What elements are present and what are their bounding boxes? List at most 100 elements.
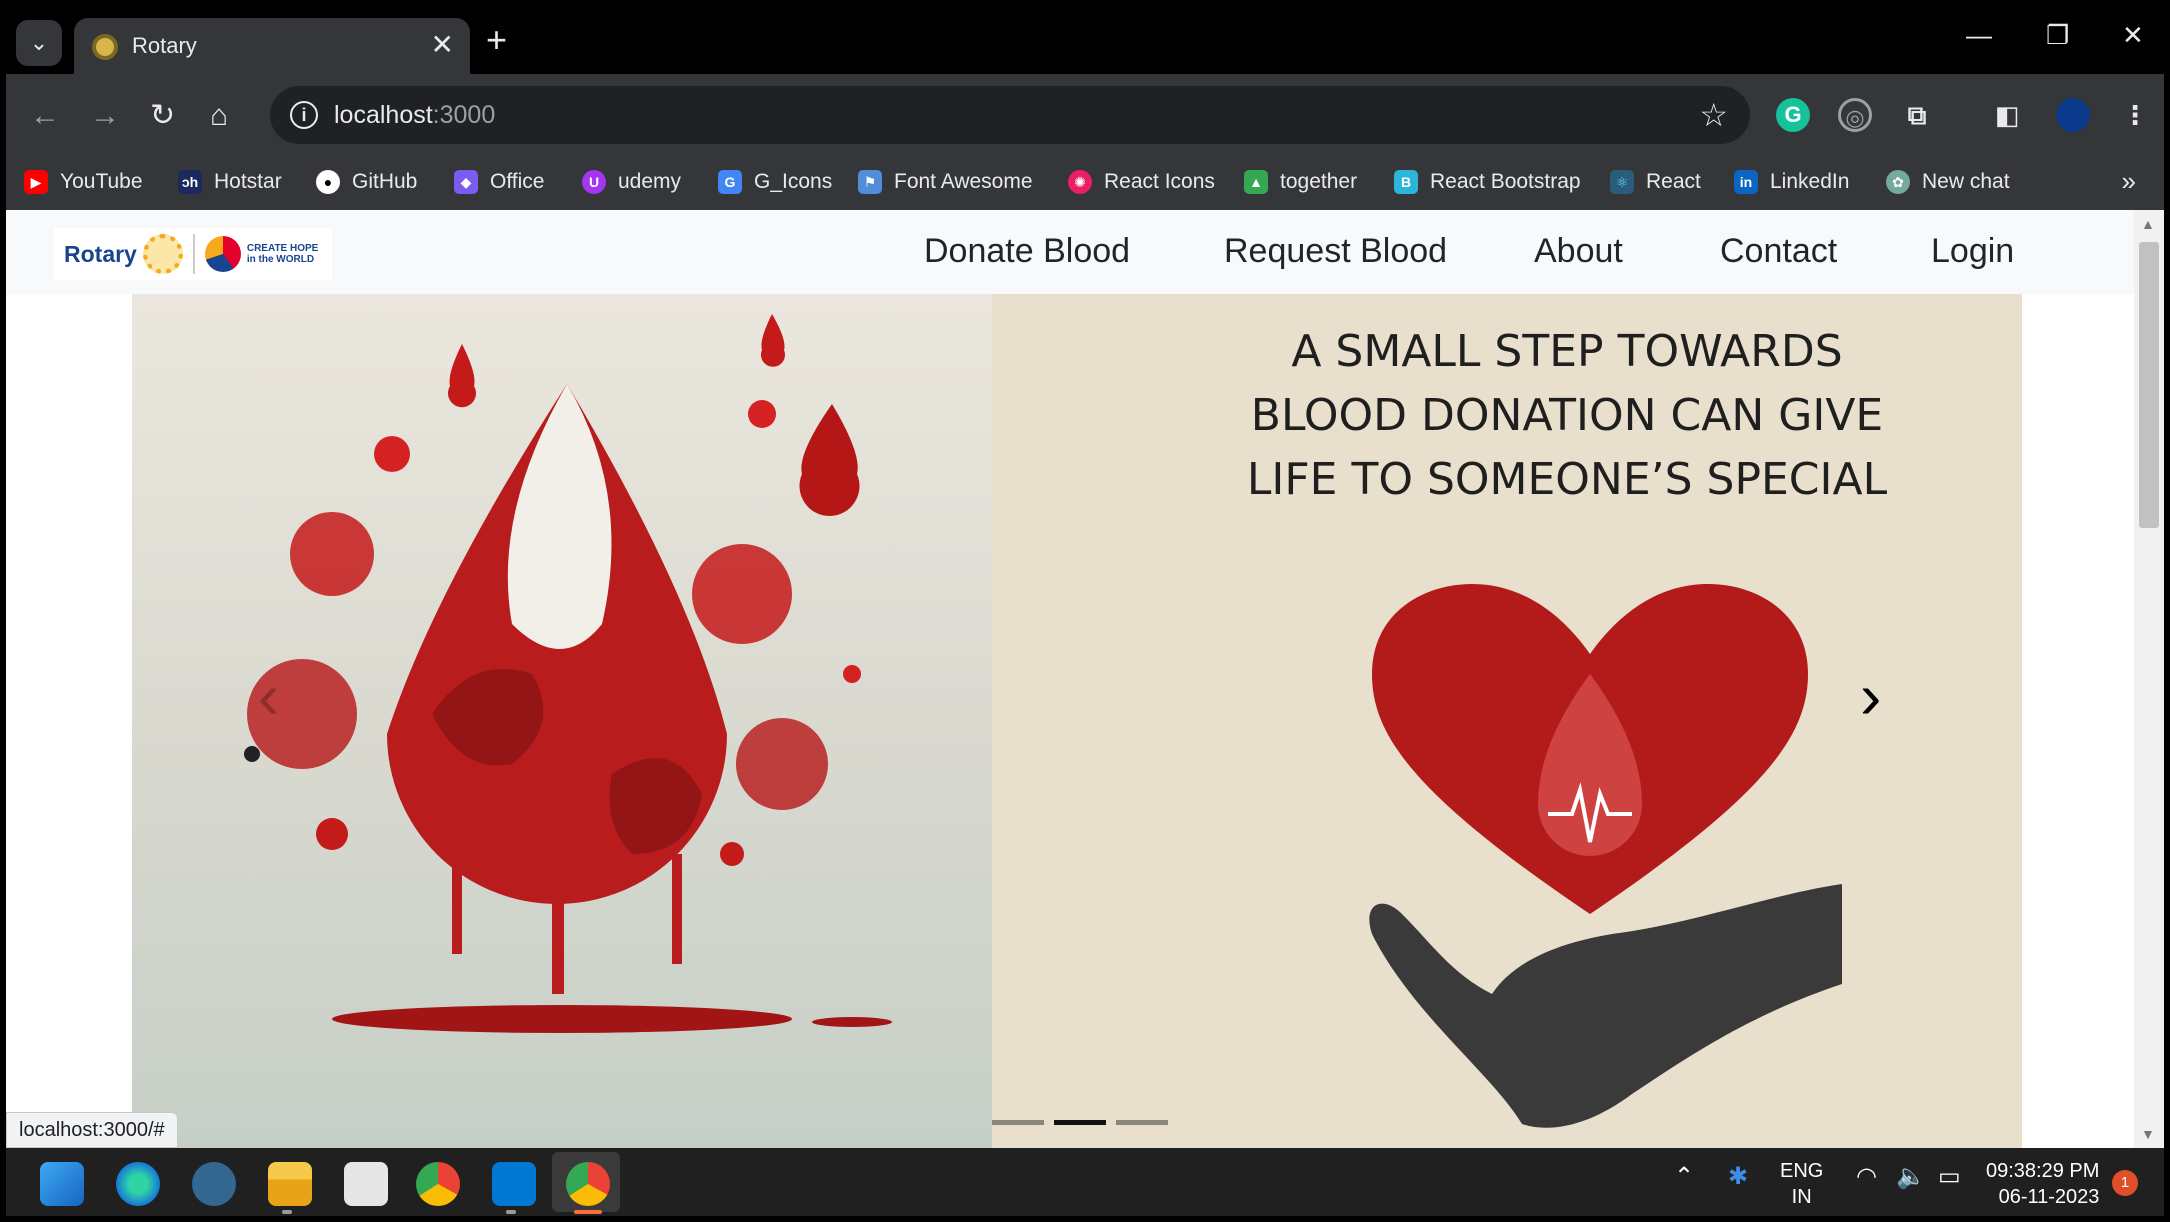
bookmark-github[interactable]: ● GitHub <box>316 166 417 198</box>
site-info-icon[interactable]: i <box>290 101 318 129</box>
address-bar[interactable]: i localhost:3000 ☆ <box>270 86 1750 144</box>
new-tab-button[interactable]: + <box>486 22 507 58</box>
nav-login[interactable]: Login <box>1931 232 2014 271</box>
headline-line-2: BLOOD DONATION CAN GIVE <box>1250 390 1884 441</box>
tab-close-icon[interactable]: ✕ <box>431 28 454 61</box>
rotary-favicon-icon <box>92 34 118 60</box>
chatgpt-icon: ✿ <box>1886 170 1910 194</box>
bookmark-linkedin[interactable]: in LinkedIn <box>1734 166 1849 198</box>
hotstar-icon: ɔh <box>178 170 202 194</box>
bookmark-together[interactable]: ▲ together <box>1244 166 1357 198</box>
carousel-next-icon[interactable]: › <box>1860 664 1881 728</box>
tab-rotary[interactable]: Rotary ✕ <box>74 18 470 74</box>
react-icons-icon: ✺ <box>1068 170 1092 194</box>
bookmark-new-chat[interactable]: ✿ New chat <box>1886 166 2010 198</box>
carousel-indicator-1[interactable] <box>992 1120 1044 1125</box>
bookmark-g-icons[interactable]: G G_Icons <box>718 166 832 198</box>
nav-donate-blood[interactable]: Donate Blood <box>924 232 1130 271</box>
logo-text: Rotary <box>64 240 137 267</box>
close-window-button[interactable]: ✕ <box>2122 20 2144 51</box>
nav-about[interactable]: About <box>1534 232 1623 271</box>
extensions-puzzle-icon[interactable]: ⧉ <box>1900 98 1934 132</box>
menu-kebab-icon[interactable]: ⋮ <box>2118 98 2152 132</box>
postgresql-icon[interactable] <box>192 1162 236 1206</box>
page-viewport: Rotary CREATE HOPE in the WORLD Donate B… <box>6 210 2164 1148</box>
create-hope-icon <box>204 236 241 272</box>
chrome-profile-icon[interactable] <box>566 1162 610 1206</box>
react-icon: ⚛ <box>1610 170 1634 194</box>
side-panel-icon[interactable]: ◧ <box>1990 98 2024 132</box>
profile-avatar[interactable] <box>2056 98 2090 132</box>
reload-icon[interactable]: ↻ <box>150 98 175 134</box>
tray-overflow-icon[interactable]: ⌃ <box>1674 1164 1694 1190</box>
bookmark-youtube[interactable]: ▶ YouTube <box>24 166 143 198</box>
battery-icon[interactable]: ▭ <box>1938 1164 1961 1190</box>
back-arrow-icon[interactable]: ← <box>30 98 60 134</box>
github-icon: ● <box>316 170 340 194</box>
notification-badge[interactable]: 1 <box>2112 1170 2138 1196</box>
page-scrollbar[interactable]: ▲ ▼ <box>2134 210 2164 1148</box>
g-icons-icon: G <box>718 170 742 194</box>
vscode-running-dot <box>506 1210 516 1214</box>
chrome-active-bar <box>574 1210 602 1214</box>
site-navbar: Rotary CREATE HOPE in the WORLD Donate B… <box>6 210 2134 294</box>
forward-arrow-icon[interactable]: → <box>90 98 120 134</box>
browser-toolbar: ← → ↻ ⌂ i localhost:3000 ☆ G ◎ ⧉ ◧ ⋮ <box>6 74 2164 162</box>
react-bootstrap-icon: B <box>1394 170 1418 194</box>
restore-button[interactable]: ❐ <box>2046 20 2069 51</box>
chrome-icon[interactable] <box>416 1162 460 1206</box>
file-explorer-icon[interactable] <box>268 1162 312 1206</box>
linkedin-icon: in <box>1734 170 1758 194</box>
bookmarks-bar: ▶ YouTube ɔh Hotstar ● GitHub ◆ Office Uudem… <box>6 154 2164 210</box>
windows-start-icon[interactable] <box>40 1162 84 1206</box>
headline-line-1: A SMALL STEP TOWARDS <box>1291 326 1843 377</box>
bookmark-star-icon[interactable]: ☆ <box>1699 96 1728 134</box>
scroll-up-icon[interactable]: ▲ <box>2141 216 2155 232</box>
logo-divider <box>192 234 195 274</box>
snipping-tool-icon[interactable] <box>344 1162 388 1206</box>
windows-taskbar: ⌃ ✱ ENG IN ◠ 🔈 ▭ 09:38:29 PM 06-11-2023 … <box>6 1148 2164 1216</box>
bluetooth-icon[interactable]: ✱ <box>1728 1164 1748 1190</box>
minimize-button[interactable]: — <box>1966 20 1992 51</box>
scroll-thumb[interactable] <box>2139 242 2159 528</box>
hero-carousel: A SMALL STEP TOWARDS BLOOD DONATION CAN … <box>132 294 2022 1148</box>
bookmark-font-awesome[interactable]: ⚑ Font Awesome <box>858 166 1033 198</box>
rotary-wheel-icon <box>142 234 183 274</box>
explorer-running-dot <box>282 1210 292 1214</box>
youtube-icon: ▶ <box>24 170 48 194</box>
browser-window: ⌄ Rotary ✕ + — ❐ ✕ ← → ↻ ⌂ i localhost:3… <box>6 6 2164 1216</box>
logo-tagline: CREATE HOPE in the WORLD <box>246 243 319 265</box>
carousel-indicator-3[interactable] <box>1116 1120 1168 1125</box>
edge-icon[interactable] <box>116 1162 160 1206</box>
office-icon: ◆ <box>454 170 478 194</box>
hero-headline: A SMALL STEP TOWARDS BLOOD DONATION CAN … <box>1092 320 2022 512</box>
bookmark-hotstar[interactable]: ɔh Hotstar <box>178 166 282 198</box>
headline-line-3: LIFE TO SOMEONE’S SPECIAL <box>1246 454 1888 505</box>
volume-icon[interactable]: 🔈 <box>1896 1164 1926 1190</box>
scroll-down-icon[interactable]: ▼ <box>2141 1126 2155 1142</box>
tab-search-button[interactable]: ⌄ <box>16 20 62 66</box>
bookmark-office[interactable]: ◆ Office <box>454 166 544 198</box>
bookmark-react[interactable]: ⚛ React <box>1610 166 1701 198</box>
bookmark-react-icons[interactable]: ✺ React Icons <box>1068 166 1215 198</box>
bookmark-udemy[interactable]: Uudemy <box>582 166 681 198</box>
clock[interactable]: 09:38:29 PM 06-11-2023 <box>1986 1158 2099 1210</box>
url-text: localhost:3000 <box>334 101 496 129</box>
bookmark-react-bootstrap[interactable]: B React Bootstrap <box>1394 166 1581 198</box>
udemy-icon: U <box>582 170 606 194</box>
grammarly-icon[interactable]: G <box>1776 98 1810 132</box>
bookmarks-overflow-icon[interactable]: » <box>2122 166 2136 197</box>
tab-title: Rotary <box>132 33 197 58</box>
link-status-bubble: localhost:3000/# <box>6 1112 178 1148</box>
rotary-logo[interactable]: Rotary CREATE HOPE in the WORLD <box>54 228 332 280</box>
vscode-icon[interactable] <box>492 1162 536 1206</box>
carousel-prev-icon[interactable]: ‹ <box>258 664 279 728</box>
font-awesome-icon: ⚑ <box>858 170 882 194</box>
wifi-icon[interactable]: ◠ <box>1856 1164 1877 1190</box>
language-indicator[interactable]: ENG IN <box>1780 1158 1823 1210</box>
home-icon[interactable]: ⌂ <box>210 98 228 134</box>
extension-target-icon[interactable]: ◎ <box>1838 98 1872 132</box>
carousel-indicator-2[interactable] <box>1054 1120 1106 1125</box>
nav-request-blood[interactable]: Request Blood <box>1224 232 1447 271</box>
nav-contact[interactable]: Contact <box>1720 232 1837 271</box>
